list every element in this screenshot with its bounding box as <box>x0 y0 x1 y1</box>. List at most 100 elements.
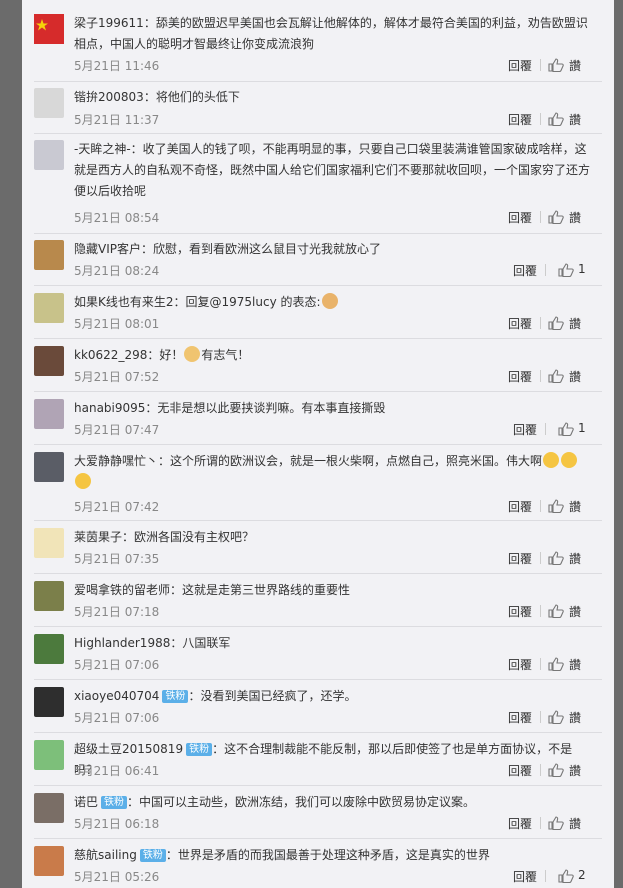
like-button[interactable]: 讚 <box>569 498 581 515</box>
reply-button[interactable]: 回覆 <box>508 550 532 567</box>
fan-badge[interactable]: 铁粉 <box>139 849 166 862</box>
comment-time: 5月21日 08:54 <box>74 211 160 225</box>
username[interactable]: kk0622_298 <box>74 348 147 362</box>
like-count[interactable]: 1 <box>578 262 586 276</box>
thumbs-up-icon[interactable] <box>558 422 574 436</box>
thumbs-up-icon[interactable] <box>548 657 564 671</box>
thumbs-up-icon[interactable] <box>548 499 564 513</box>
reply-button[interactable]: 回覆 <box>508 368 532 385</box>
fan-badge[interactable]: 铁粉 <box>101 796 128 809</box>
username[interactable]: 超级土豆20150819 <box>74 742 183 756</box>
thumbs-up-icon[interactable] <box>558 263 574 277</box>
like-button[interactable]: 讚 <box>569 603 581 620</box>
avatar[interactable] <box>34 346 64 376</box>
divider <box>34 626 602 627</box>
separator <box>545 264 546 276</box>
comment-text: ：世界是矛盾的而我国最善于处理这种矛盾，这是真实的世界 <box>165 848 490 862</box>
reply-button[interactable]: 回覆 <box>508 603 532 620</box>
thumbs-up-icon[interactable] <box>548 316 564 330</box>
reply-button[interactable]: 回覆 <box>508 57 532 74</box>
comment-text: ：欧洲各国没有主权吧？ <box>122 530 255 544</box>
avatar[interactable] <box>34 528 64 558</box>
username[interactable]: 爱喝拿铁的留老师 <box>74 583 170 597</box>
reply-button[interactable]: 回覆 <box>508 498 532 515</box>
reply-button[interactable]: 回覆 <box>513 262 537 279</box>
avatar[interactable] <box>34 399 64 429</box>
thumbs-up-icon[interactable] <box>548 112 564 126</box>
avatar[interactable] <box>34 846 64 876</box>
reply-button[interactable]: 回覆 <box>513 868 537 885</box>
avatar[interactable] <box>34 740 64 770</box>
username[interactable]: hanabi9095 <box>74 401 145 415</box>
username[interactable]: 大爱静静嘿忙丶 <box>74 454 158 468</box>
like-button[interactable]: 讚 <box>569 111 581 128</box>
thumbs-up-icon[interactable] <box>548 58 564 72</box>
like-button[interactable]: 讚 <box>569 57 581 74</box>
comment-text-block: 梁子199611：舔美的欧盟迟早美国也会瓦解让他解体的，解体才最符合美国的利益，… <box>74 13 594 55</box>
like-button[interactable]: 讚 <box>569 815 581 832</box>
username[interactable]: 隐藏VIP客户 <box>74 242 141 256</box>
reply-button[interactable]: 回覆 <box>508 315 532 332</box>
avatar[interactable] <box>34 293 64 323</box>
like-count[interactable]: 2 <box>578 868 586 882</box>
like-count[interactable]: 1 <box>578 421 586 435</box>
avatar[interactable] <box>34 240 64 270</box>
reply-button[interactable]: 回覆 <box>513 421 537 438</box>
comment-time: 5月21日 07:47 <box>74 423 160 437</box>
avatar[interactable] <box>34 452 64 482</box>
thumbs-up-icon[interactable] <box>548 604 564 618</box>
avatar[interactable] <box>34 634 64 664</box>
like-button[interactable]: 讚 <box>569 550 581 567</box>
thumbs-up-icon[interactable] <box>548 551 564 565</box>
like-button[interactable]: 讚 <box>569 762 581 779</box>
username[interactable]: 如果K线也有来生2 <box>74 295 174 309</box>
comment-time: 5月21日 08:24 <box>74 264 160 278</box>
like-button[interactable]: 讚 <box>569 368 581 385</box>
comment-time: 5月21日 06:41 <box>74 764 160 778</box>
reply-button[interactable]: 回覆 <box>508 656 532 673</box>
thumbs-up-icon[interactable] <box>548 369 564 383</box>
thumbs-up-icon[interactable] <box>548 210 564 224</box>
like-button[interactable]: 讚 <box>569 656 581 673</box>
comment-time: 5月21日 06:18 <box>74 817 160 831</box>
thumbs-up-icon[interactable] <box>548 816 564 830</box>
comment-text-block: kk0622_298：好！ 有志气！ <box>74 345 594 366</box>
avatar[interactable] <box>34 140 64 170</box>
like-button[interactable]: 讚 <box>569 709 581 726</box>
like-button[interactable]: 讚 <box>569 209 581 226</box>
divider <box>34 573 602 574</box>
username[interactable]: 莱茵果子 <box>74 530 122 544</box>
comment-time: 5月21日 05:26 <box>74 870 160 884</box>
comment-text-block: hanabi9095：无非是想以此要挟谈判嘛。有本事直接撕毁 <box>74 398 594 419</box>
avatar[interactable] <box>34 88 64 118</box>
comment-text: ：将他们的头低下 <box>143 90 240 104</box>
divider <box>34 233 602 234</box>
avatar[interactable] <box>34 14 64 44</box>
username[interactable]: Highlander1988 <box>74 636 170 650</box>
username[interactable]: 梁子199611 <box>74 16 144 30</box>
thumbs-up-icon[interactable] <box>548 763 564 777</box>
thumbs-up-icon[interactable] <box>558 869 574 883</box>
username[interactable]: 诺巴 <box>74 795 98 809</box>
avatar[interactable] <box>34 687 64 717</box>
username[interactable]: 慈航sailing <box>74 848 137 862</box>
reply-button[interactable]: 回覆 <box>508 762 532 779</box>
avatar[interactable] <box>34 581 64 611</box>
comment-time: 5月21日 11:46 <box>74 59 160 73</box>
fan-badge[interactable]: 铁粉 <box>186 743 213 756</box>
reply-button[interactable]: 回覆 <box>508 111 532 128</box>
divider <box>34 81 602 82</box>
username[interactable]: -天眸之神- <box>74 142 131 156</box>
fan-badge[interactable]: 铁粉 <box>162 690 189 703</box>
like-button[interactable]: 讚 <box>569 315 581 332</box>
username[interactable]: xiaoye040704 <box>74 689 159 703</box>
thumbs-up-icon[interactable] <box>548 710 564 724</box>
thumbs-up-emoji-icon <box>184 346 201 362</box>
username[interactable]: 锴拚200803 <box>74 90 144 104</box>
divider <box>34 838 602 839</box>
reply-button[interactable]: 回覆 <box>508 709 532 726</box>
reply-button[interactable]: 回覆 <box>508 209 532 226</box>
emoji-icon <box>543 452 560 468</box>
avatar[interactable] <box>34 793 64 823</box>
reply-button[interactable]: 回覆 <box>508 815 532 832</box>
